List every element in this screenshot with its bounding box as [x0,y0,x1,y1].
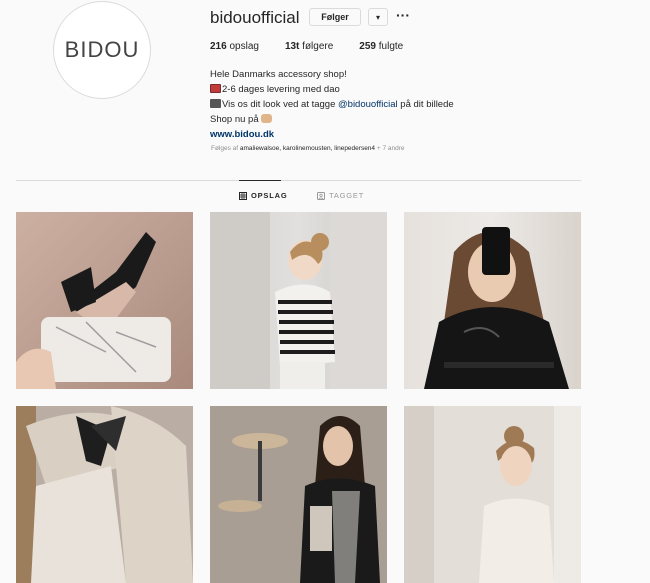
post-image [424,227,569,389]
grid-icon [239,191,247,200]
followed-by-suffix: + 7 andre [375,145,405,152]
stat-followers[interactable]: 13t følgere [285,41,333,52]
stat-followers-label: følgere [302,41,334,52]
stat-following[interactable]: 259 fulgte [359,41,403,52]
profile-username: bidouofficial [210,8,300,27]
bio-handle-link[interactable]: @bidouofficial [338,99,398,110]
bio-line-3-pre: Vis os dit look ved at tagge [222,99,339,110]
post-image [210,212,387,389]
stat-posts-count: 216 [210,41,227,52]
more-options-icon: ··· [396,7,410,23]
bio-line-4-text: Shop nu på [210,114,259,125]
followed-by[interactable]: Følges af amaliewalsoe, karolinemousten,… [211,145,405,152]
stat-followers-count: 13t [284,41,300,52]
tabs-divider [16,180,581,181]
followed-by-names: amaliewalsoe, karolinemousten, linepeder… [239,145,376,152]
pointing-hand-icon [261,114,273,123]
post-thumbnail[interactable] [210,212,387,389]
post-thumbnail[interactable] [16,212,193,389]
post-image [16,406,193,583]
avatar-logo-text: BIDOU [64,37,140,62]
chevron-down-icon: ▾ [375,12,380,22]
bio-line-2-text: 2-6 dages levering med dao [222,84,340,95]
suggestions-dropdown-button[interactable]: ▾ [368,8,388,26]
active-tab-indicator [239,180,281,181]
tab-posts-label: OPSLAG [251,191,288,200]
stat-posts: 216 opslag [210,41,259,52]
post-thumbnail[interactable] [404,406,581,583]
tab-tagged[interactable]: TAGGET [317,191,364,200]
post-image [210,406,387,583]
clapperboard-icon [210,99,221,108]
tab-posts[interactable]: OPSLAG [239,191,287,200]
profile-bio: Hele Danmarks accessory shop! 2-6 dages … [210,67,454,142]
bio-line-4: Shop nu på [210,112,454,127]
stat-posts-label: opslag [229,41,259,52]
bio-line-3-post: på dit billede [397,99,454,110]
profile-stats: 216 opslag 13t følgere 259 fulgte [210,41,429,52]
website-link[interactable]: www.bidou.dk [210,127,454,142]
package-icon [210,84,221,93]
bio-line-3: Vis os dit look ved at tagge @bidouoffic… [210,97,454,112]
bio-line-2: 2-6 dages levering med dao [210,82,454,97]
post-image [16,232,171,389]
post-thumbnail[interactable] [16,406,193,583]
followed-by-prefix: Følges af [211,145,240,152]
post-image [404,406,581,583]
more-options-button[interactable]: ··· [396,7,410,23]
stat-following-label: fulgte [378,41,404,52]
post-thumbnail[interactable] [404,212,581,389]
following-button[interactable]: Følger [309,8,361,26]
profile-avatar[interactable]: BIDOU [53,1,151,99]
stat-following-count: 259 [359,41,376,52]
tab-tagged-label: TAGGET [329,191,365,200]
post-thumbnail[interactable] [210,406,387,583]
bio-line-1: Hele Danmarks accessory shop! [210,69,347,80]
tag-icon [317,191,325,200]
